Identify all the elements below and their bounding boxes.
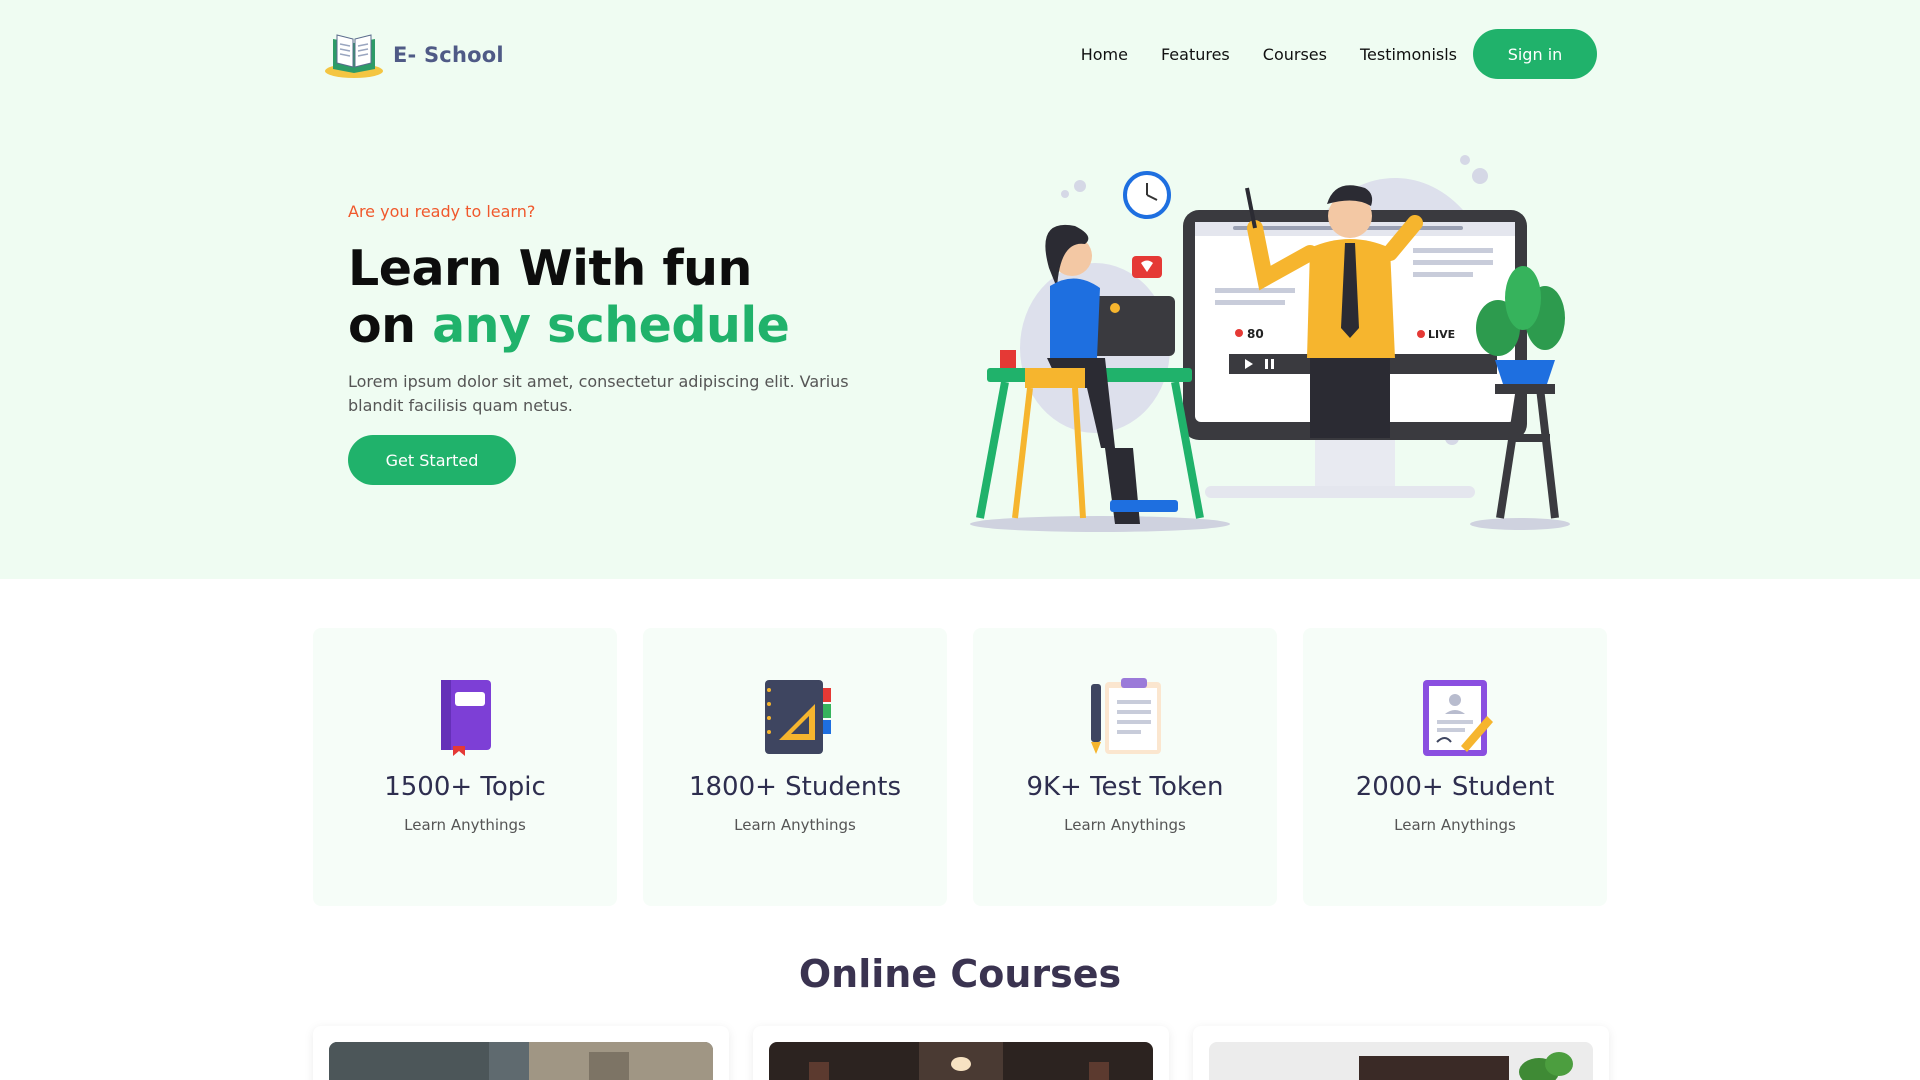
viewer-count: 80 <box>1247 327 1264 341</box>
certificate-icon <box>1423 680 1493 756</box>
hero-title: Learn With fun on any schedule <box>348 240 790 354</box>
lecture-hall-photo <box>769 1042 1153 1080</box>
stat-value: 1800+ Students <box>688 772 902 802</box>
brand-logo[interactable]: E- School <box>323 27 504 83</box>
purple-book-icon <box>441 680 491 756</box>
laptop-desk-photo <box>1209 1042 1593 1080</box>
online-class-illustration: 80 LIVE <box>965 148 1575 538</box>
course-card[interactable] <box>753 1026 1169 1080</box>
hero-title-prefix: on <box>348 297 433 354</box>
clipboard-pencil-icon <box>1091 678 1161 754</box>
hero-section: E- School Home Features Courses Testimon… <box>0 0 1920 579</box>
notebook-ruler-icon <box>765 680 831 754</box>
classroom-photo <box>329 1042 713 1080</box>
nav-link-testimonials[interactable]: Testimonisls <box>1360 45 1457 64</box>
stat-label: Learn Anythings <box>404 816 526 834</box>
stat-label: Learn Anythings <box>1394 816 1516 834</box>
hero-description: Lorem ipsum dolor sit amet, consectetur … <box>348 372 849 415</box>
stat-value: 2000+ Student <box>1355 772 1555 802</box>
hero-title-accent: any schedule <box>432 297 790 354</box>
stat-label: Learn Anythings <box>734 816 856 834</box>
stat-card-student-count: 2000+ Student Learn Anythings <box>1303 628 1607 906</box>
nav-link-features[interactable]: Features <box>1161 45 1230 64</box>
hero-title-line1: Learn With fun <box>348 240 752 297</box>
nav-link-courses[interactable]: Courses <box>1263 45 1327 64</box>
hero-title-line2: on any schedule <box>348 297 790 354</box>
stat-value: 9K+ Test Token <box>1026 772 1224 802</box>
courses-row <box>313 1026 1609 1080</box>
stat-label: Learn Anythings <box>1064 816 1186 834</box>
stat-value: 1500+ Topic <box>384 772 546 802</box>
main-nav: Home Features Courses Testimonisls Sign … <box>1081 29 1597 79</box>
signin-button[interactable]: Sign in <box>1473 29 1597 79</box>
nav-link-home[interactable]: Home <box>1081 45 1128 64</box>
live-badge: LIVE <box>1428 328 1455 341</box>
brand-name: E- School <box>393 43 504 67</box>
hero-eyebrow: Are you ready to learn? <box>348 202 536 221</box>
get-started-button[interactable]: Get Started <box>348 435 516 485</box>
stats-row: 1500+ Topic Learn Anythings 1800+ Studen… <box>313 628 1607 906</box>
online-courses-title: Online Courses <box>798 952 1122 996</box>
course-card[interactable] <box>1193 1026 1609 1080</box>
course-card[interactable] <box>313 1026 729 1080</box>
book-logo-icon <box>323 27 385 83</box>
stat-card-topics: 1500+ Topic Learn Anythings <box>313 628 617 906</box>
stat-card-students: 1800+ Students Learn Anythings <box>643 628 947 906</box>
stat-card-test-tokens: 9K+ Test Token Learn Anythings <box>973 628 1277 906</box>
